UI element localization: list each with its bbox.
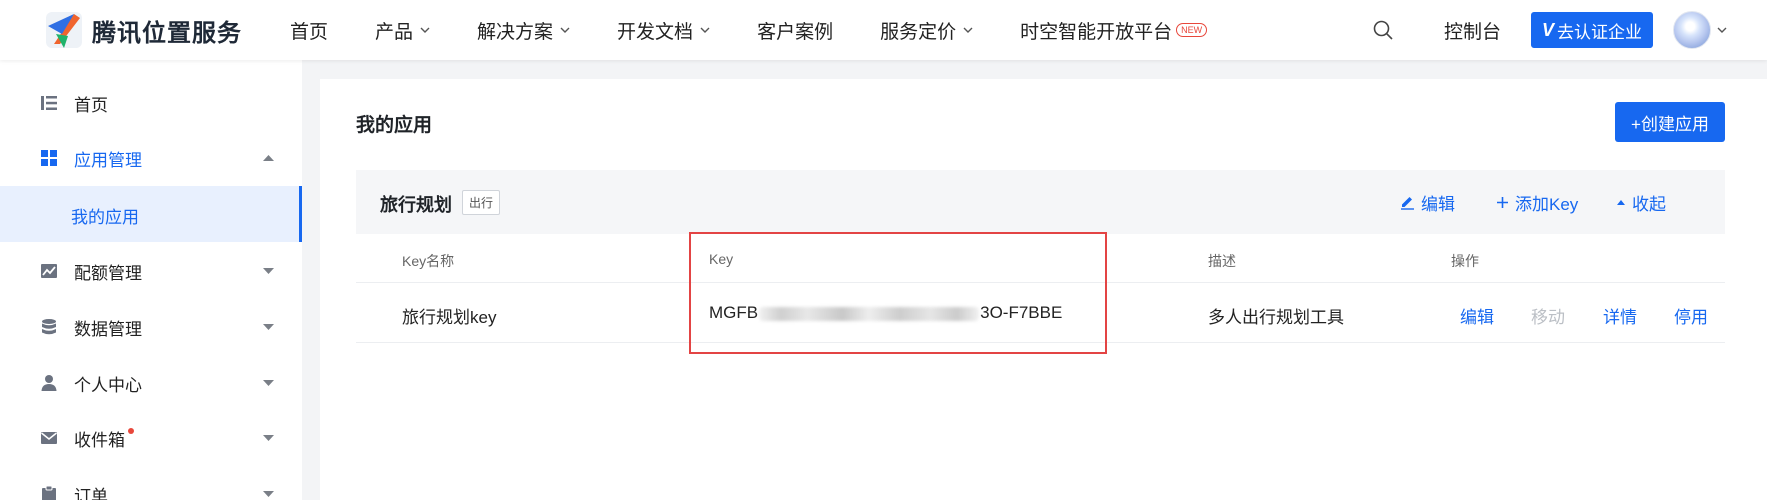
column-actions: 操作: [1451, 253, 1479, 269]
sidebar-item-inbox[interactable]: 收件箱: [0, 410, 302, 466]
sidebar-item-label: 订单: [74, 486, 108, 500]
create-app-button[interactable]: +创建应用: [1615, 102, 1725, 142]
verified-v-icon: V: [1541, 19, 1554, 40]
nav-open-platform-label: 时空智能开放平台: [1020, 21, 1173, 43]
nav-pricing[interactable]: 服务定价: [880, 17, 973, 44]
sidebar-item-label: 数据管理: [74, 319, 142, 339]
nav-cases[interactable]: 客户案例: [757, 17, 833, 44]
key-name-cell: 旅行规划key: [402, 308, 497, 327]
chevron-down-icon: [420, 27, 430, 33]
sidebar-item-orders[interactable]: 订单: [0, 466, 302, 500]
edit-icon: [1401, 197, 1414, 210]
sidebar-item-label: 个人中心: [74, 375, 142, 395]
nav-docs-label: 开发文档: [617, 21, 694, 43]
sidebar-item-label: 首页: [74, 95, 108, 115]
caret-down-icon: [263, 268, 274, 274]
chart-icon: [41, 264, 57, 278]
caret-up-icon: [1617, 200, 1625, 205]
mail-icon: [41, 432, 57, 444]
sidebar-item-label: 配额管理: [74, 263, 142, 283]
sidebar-subitem-label: 我的应用: [71, 208, 139, 227]
tencent-map-logo: [46, 12, 82, 48]
certify-enterprise-button[interactable]: V 去认证企业: [1530, 12, 1653, 48]
sidebar-item-app-management[interactable]: 应用管理: [0, 130, 302, 186]
inbox-label-text: 收件箱: [74, 430, 125, 450]
brand-name: 腾讯位置服务: [92, 19, 242, 47]
user-avatar[interactable]: [1673, 11, 1711, 49]
database-icon: [42, 319, 56, 335]
brand[interactable]: 腾讯位置服务: [44, 10, 290, 50]
clipboard-icon: [42, 485, 56, 500]
sidebar: 首页 应用管理 我的应用 配额管理 数据管理 个人中心 收件箱 订单: [0, 60, 302, 500]
sidebar-item-label: 应用管理: [74, 150, 142, 170]
move-key-link: 移动: [1531, 308, 1565, 327]
column-key-name: Key名称: [402, 253, 455, 269]
sidebar-item-quota-management[interactable]: 配额管理: [0, 243, 302, 299]
grid-icon: [41, 150, 57, 166]
nav-pricing-label: 服务定价: [880, 21, 957, 43]
description-cell: 多人出行规划工具: [1208, 308, 1344, 327]
top-navbar: 腾讯位置服务 首页 产品 解决方案 开发文档 客户案例 服务定价 时空智能开放平…: [0, 0, 1767, 60]
nav-solutions-label: 解决方案: [477, 21, 554, 43]
nav-products-label: 产品: [375, 21, 414, 43]
chevron-down-icon[interactable]: [1717, 27, 1727, 33]
app-category-tag: 出行: [462, 190, 501, 215]
key-highlight-annotation: [689, 232, 1107, 354]
column-description: 描述: [1208, 253, 1236, 269]
chevron-down-icon: [560, 27, 570, 33]
certify-enterprise-label: 去认证企业: [1557, 22, 1642, 42]
new-badge: NEW: [1176, 23, 1208, 37]
app-name: 旅行规划: [380, 195, 452, 215]
edit-key-link[interactable]: 编辑: [1460, 303, 1494, 328]
top-right-actions: 控制台 V 去认证企业: [1372, 11, 1727, 49]
nav-solutions[interactable]: 解决方案: [477, 17, 570, 44]
collapse-label: 收起: [1632, 195, 1666, 214]
caret-down-icon: [263, 435, 274, 441]
nav-cases-label: 客户案例: [757, 21, 834, 43]
edit-app-button[interactable]: 编辑: [1400, 190, 1455, 215]
list-icon: [41, 96, 57, 110]
caret-down-icon: [263, 491, 274, 497]
nav-products[interactable]: 产品: [375, 17, 430, 44]
nav-docs[interactable]: 开发文档: [617, 17, 710, 44]
plus-icon: [1497, 197, 1508, 208]
caret-down-icon: [263, 380, 274, 386]
sidebar-subitem-my-apps[interactable]: 我的应用: [0, 186, 302, 242]
nav-open-platform[interactable]: 时空智能开放平台 NEW: [1020, 17, 1208, 44]
unread-dot: [128, 427, 134, 434]
add-key-label: 添加Key: [1515, 195, 1579, 214]
sidebar-item-data-management[interactable]: 数据管理: [0, 299, 302, 355]
app-header: 旅行规划 出行 编辑 添加Key 收起: [356, 170, 1725, 234]
collapse-button[interactable]: 收起: [1616, 190, 1666, 215]
console-link[interactable]: 控制台: [1444, 17, 1501, 44]
sidebar-item-home[interactable]: 首页: [0, 75, 302, 131]
main-nav: 首页 产品 解决方案 开发文档 客户案例 服务定价 时空智能开放平台 NEW: [290, 17, 1254, 44]
edit-app-label: 编辑: [1421, 195, 1455, 214]
caret-down-icon: [263, 324, 274, 330]
search-icon[interactable]: [1372, 19, 1394, 41]
add-key-button[interactable]: 添加Key: [1496, 190, 1578, 215]
chevron-down-icon: [963, 27, 973, 33]
chevron-down-icon: [700, 27, 710, 33]
user-icon: [41, 375, 57, 391]
caret-up-icon: [263, 155, 274, 161]
key-details-link[interactable]: 详情: [1603, 303, 1637, 328]
disable-key-link[interactable]: 停用: [1674, 303, 1708, 328]
page-title: 我的应用: [356, 115, 433, 136]
nav-home-label: 首页: [290, 21, 329, 43]
nav-home[interactable]: 首页: [290, 17, 328, 44]
sidebar-item-personal-center[interactable]: 个人中心: [0, 355, 302, 411]
sidebar-item-label: 收件箱: [74, 426, 134, 451]
